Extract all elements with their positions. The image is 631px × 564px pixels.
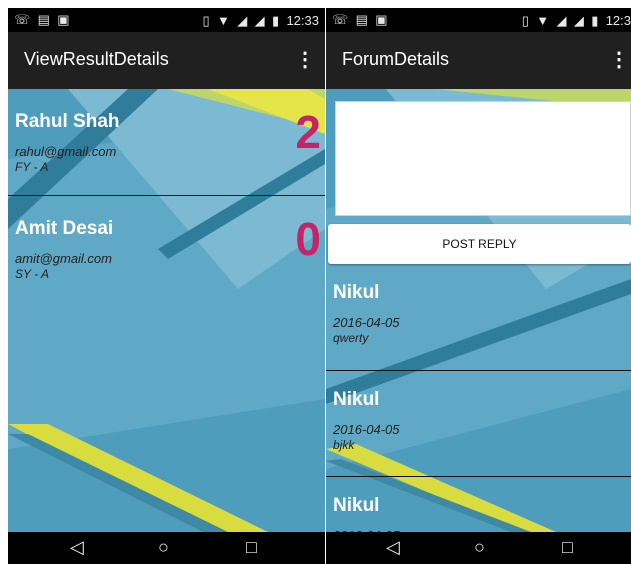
- list-item[interactable]: Nikul 2016-04-05 bjkk: [326, 371, 631, 477]
- post-date: 2016-04-05: [333, 315, 400, 330]
- post-reply-button[interactable]: POST REPLY: [328, 224, 631, 264]
- app-bar: ForumDetails ⋮: [326, 32, 631, 89]
- post-message: qwerty: [333, 331, 369, 345]
- image-icon: ▣: [57, 12, 70, 27]
- list-item[interactable]: Amit Desai amit@gmail.com SY - A 0: [8, 196, 325, 302]
- reply-input[interactable]: [335, 101, 631, 216]
- navigation-bar: ◁ ○ □: [8, 532, 325, 564]
- post-author: Nikul: [333, 282, 380, 303]
- app-bar: ViewResultDetails ⋮: [8, 32, 325, 89]
- score-value: 0: [295, 213, 321, 265]
- page-title: ForumDetails: [342, 49, 450, 69]
- signal-sim1-icon: ◢: [237, 13, 248, 28]
- wifi-icon: ▼: [536, 13, 550, 28]
- list-item[interactable]: Nikul 2016-04-05: [326, 477, 631, 532]
- student-class: FY - A: [15, 160, 49, 174]
- signal-sim2-icon: ◢: [573, 13, 584, 28]
- recents-icon[interactable]: □: [562, 537, 573, 558]
- whatsapp-icon: ☏: [332, 12, 349, 27]
- wifi-icon: ▼: [217, 13, 230, 28]
- list-item[interactable]: Nikul 2016-04-05 qwerty: [326, 264, 631, 370]
- clipboard-icon: ▤: [355, 12, 368, 27]
- vibrate-icon: ▯: [202, 13, 210, 28]
- clock: 12:33: [286, 13, 319, 28]
- status-bar: ☏ ▤ ▣ ▯ ▼ ◢ ◢ ▮ 12:33: [8, 8, 325, 32]
- back-icon[interactable]: ◁: [386, 537, 400, 558]
- student-name: Amit Desai: [15, 218, 114, 239]
- image-icon: ▣: [375, 12, 388, 27]
- list-item[interactable]: Rahul Shah rahul@gmail.com FY - A 2: [8, 89, 325, 195]
- battery-icon: ▮: [271, 13, 280, 28]
- phone-screen-right: ☏ ▤ ▣ ▯ ▼ ◢ ◢ ▮ 12:3 ForumDetails ⋮ POST…: [326, 8, 631, 564]
- phone-screen-left: ☏ ▤ ▣ ▯ ▼ ◢ ◢ ▮ 12:33 ViewResultDetails …: [8, 8, 325, 564]
- post-author: Nikul: [333, 495, 380, 516]
- status-bar: ☏ ▤ ▣ ▯ ▼ ◢ ◢ ▮ 12:3: [326, 8, 631, 32]
- post-date: 2016-04-05: [333, 422, 400, 437]
- signal-sim1-icon: ◢: [556, 13, 567, 28]
- wallpaper: Rahul Shah rahul@gmail.com FY - A 2 Amit…: [8, 89, 325, 532]
- signal-sim2-icon: ◢: [254, 13, 265, 28]
- wallpaper: POST REPLY Nikul 2016-04-05 qwerty Nikul…: [326, 89, 631, 532]
- whatsapp-icon: ☏: [14, 12, 31, 27]
- home-icon[interactable]: ○: [158, 537, 169, 558]
- post-message: bjkk: [333, 438, 355, 452]
- navigation-bar: ◁ ○ □: [326, 532, 631, 564]
- battery-icon: ▮: [591, 13, 599, 28]
- back-icon[interactable]: ◁: [70, 537, 84, 558]
- student-email: rahul@gmail.com: [15, 144, 117, 159]
- student-class: SY - A: [15, 267, 50, 281]
- clipboard-icon: ▤: [37, 12, 50, 27]
- recents-icon[interactable]: □: [246, 537, 257, 558]
- vibrate-icon: ▯: [521, 13, 529, 28]
- overflow-menu-icon[interactable]: ⋮: [295, 47, 315, 72]
- page-title: ViewResultDetails: [24, 49, 169, 69]
- student-name: Rahul Shah: [15, 111, 120, 132]
- home-icon[interactable]: ○: [474, 537, 485, 558]
- clock: 12:3: [605, 13, 631, 28]
- student-email: amit@gmail.com: [15, 251, 112, 266]
- score-value: 2: [295, 106, 321, 158]
- post-author: Nikul: [333, 389, 380, 410]
- overflow-menu-icon[interactable]: ⋮: [609, 47, 629, 72]
